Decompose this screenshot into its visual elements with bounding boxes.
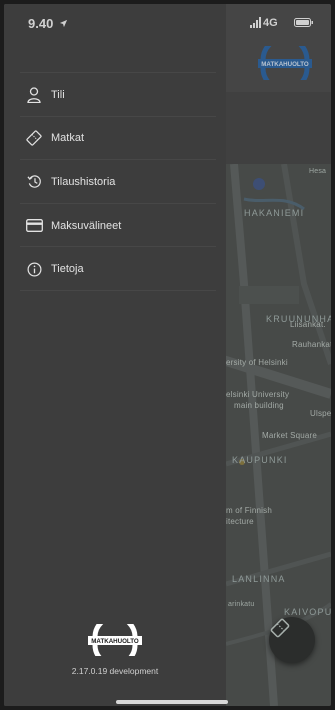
svg-text:MATKAHUOLTO: MATKAHUOLTO (91, 638, 139, 645)
map-label: KAIVOPU (284, 607, 331, 617)
matkahuolto-logo: MATKAHUOLTO (88, 624, 142, 656)
menu-item-label: Maksuvälineet (51, 219, 122, 232)
menu-item-order-history[interactable]: Tilaushistoria (4, 160, 226, 204)
status-bar: 9.40 4G (4, 4, 331, 44)
map-label: elsinki University (226, 390, 290, 399)
screen: MATKAHUOLTO HAKANIEMI Liisankat. KRUUNUN… (4, 4, 331, 706)
map-label: arinkatu (228, 601, 255, 608)
app-version: 2.17.0.19 development (71, 666, 159, 676)
map-label: m of Finnish (226, 506, 272, 515)
history-icon (25, 173, 43, 191)
map-label: ersity of Helsinki (226, 358, 288, 367)
menu-item-label: Matkat (51, 132, 85, 145)
map-label: Ulspe (310, 409, 331, 418)
menu-item-label: Tilaushistoria (51, 175, 116, 188)
map-label: KRUUNUNHA (266, 314, 331, 324)
map-label: itecture (226, 517, 254, 526)
ticket-fab-button[interactable] (269, 617, 315, 663)
map-label: KAUPUNKI (232, 455, 288, 465)
map-label: Rauhankat. (292, 340, 331, 349)
location-arrow-icon (59, 19, 68, 28)
user-icon (25, 86, 43, 104)
status-time: 9.40 (28, 16, 68, 31)
matkahuolto-logo: MATKAHUOLTO (258, 46, 312, 80)
credit-card-icon (25, 217, 43, 235)
map-label: LANLINNA (232, 574, 286, 584)
network-type: 4G (263, 17, 278, 29)
menu-item-account[interactable]: Tili (4, 73, 226, 117)
menu-item-label: Tili (51, 88, 65, 101)
map-label: Market Square (262, 431, 318, 440)
battery-icon (294, 18, 313, 27)
drawer-menu: Tili Matkat Tilaushistoria Maksuvälineet… (4, 73, 226, 291)
home-indicator[interactable] (116, 700, 228, 704)
info-icon (25, 260, 43, 278)
map-label: main building (234, 401, 284, 410)
ticket-icon (25, 129, 43, 147)
signal-bars-icon (250, 17, 261, 28)
menu-item-payment-methods[interactable]: Maksuvälineet (4, 204, 226, 248)
svg-text:MATKAHUOLTO: MATKAHUOLTO (261, 61, 309, 68)
menu-item-info[interactable]: Tietoja (4, 247, 226, 291)
map-label: Hesa (309, 168, 327, 175)
menu-item-trips[interactable]: Matkat (4, 117, 226, 161)
map-label: HAKANIEMI (244, 208, 305, 218)
navigation-drawer: Tili Matkat Tilaushistoria Maksuvälineet… (4, 4, 226, 706)
menu-item-label: Tietoja (51, 263, 84, 276)
ticket-icon (270, 618, 290, 638)
